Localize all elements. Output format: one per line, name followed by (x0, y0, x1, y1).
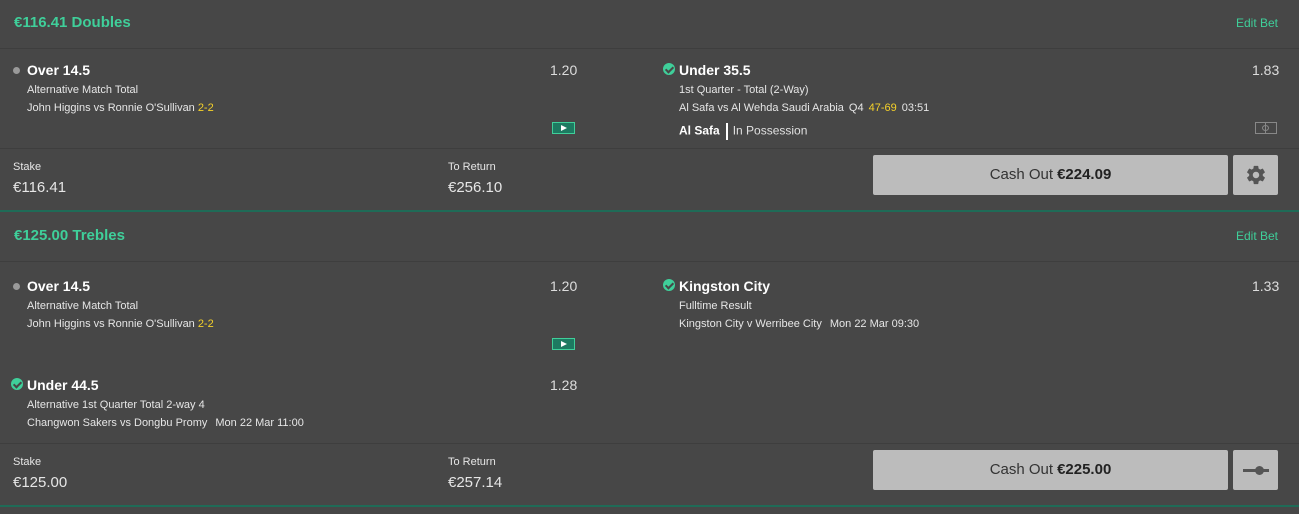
divider (0, 210, 1299, 212)
pending-status-icon (13, 283, 20, 290)
bet-title: €125.00 Trebles (14, 227, 125, 244)
leg-event-name: Al Safa vs Al Wehda Saudi Arabia (679, 102, 844, 114)
stake-amount: €116.41 (13, 179, 67, 196)
cash-out-button[interactable]: Cash Out €224.09 (873, 155, 1228, 195)
leg-time: Mon 22 Mar 09:30 (829, 318, 920, 330)
to-return-amount: €257.14 (448, 474, 503, 491)
cash-out-amount: €224.09 (1057, 166, 1112, 183)
gear-icon (1247, 165, 1265, 185)
leg-market: 1st Quarter - Total (2-Way) (679, 84, 809, 96)
leg-selection: Under 35.5 (679, 62, 751, 78)
check-icon (663, 63, 675, 75)
edit-bet-link[interactable]: Edit Bet (1236, 229, 1278, 243)
live-stream-icon[interactable] (552, 122, 575, 134)
pitch-icon[interactable] (1255, 122, 1277, 134)
leg-selection: Over 14.5 (27, 62, 91, 78)
leg-event: John Higgins vs Ronnie O'Sullivan 2-2 (27, 102, 214, 114)
bet-header: €116.41 Doubles Edit Bet (0, 0, 1299, 49)
leg-event: Kingston City v Werribee City Mon 22 Mar … (679, 318, 919, 330)
cashout-slider-icon (1243, 466, 1269, 475)
leg-event-name: John Higgins vs Ronnie O'Sullivan (27, 318, 195, 330)
leg-odds: 1.28 (550, 377, 578, 393)
leg-event: John Higgins vs Ronnie O'Sullivan 2-2 (27, 318, 214, 330)
leg-odds: 1.83 (1252, 62, 1280, 78)
leg-event-name: Kingston City v Werribee City (679, 318, 822, 330)
stake-label: Stake (13, 161, 42, 173)
to-return-label: To Return (448, 456, 496, 468)
possession-bar (725, 123, 728, 140)
leg-market: Fulltime Result (679, 300, 752, 312)
leg-selection: Kingston City (679, 278, 770, 294)
to-return-label: To Return (448, 161, 496, 173)
bet-card-doubles: €116.41 Doubles Edit Bet Over 14.5 Alter… (0, 0, 1299, 210)
leg-market: Alternative 1st Quarter Total 2-way 4 (27, 399, 205, 411)
leg-period: Q4 (848, 102, 864, 114)
leg-score: 2-2 (197, 318, 214, 330)
bet-footer: Stake €125.00 To Return €257.14 Cash Out… (0, 443, 1299, 506)
cash-out-label: Cash Out (989, 461, 1054, 478)
live-stream-icon[interactable] (552, 338, 575, 350)
stake-amount: €125.00 (13, 474, 68, 491)
leg-selection: Over 14.5 (27, 278, 91, 294)
edit-bet-link[interactable]: Edit Bet (1236, 16, 1278, 30)
cash-out-label: Cash Out (989, 166, 1054, 183)
leg-score: 2-2 (197, 102, 214, 114)
partial-cash-out-button[interactable] (1233, 450, 1278, 490)
stake-label: Stake (13, 456, 42, 468)
leg-market: Alternative Match Total (27, 300, 139, 312)
bet-title: €116.41 Doubles (14, 14, 131, 31)
cash-out-amount: €225.00 (1057, 461, 1112, 478)
leg-selection: Under 44.5 (27, 377, 99, 393)
leg-odds: 1.20 (550, 62, 578, 78)
leg-event: Changwon Sakers vs Dongbu Promy Mon 22 Ma… (27, 417, 304, 429)
check-icon (11, 378, 23, 390)
cash-out-settings-button[interactable] (1233, 155, 1278, 195)
bet-card-trebles: €125.00 Trebles Edit Bet Over 14.5 Alter… (0, 213, 1299, 505)
possession-text: In Possession (732, 123, 808, 138)
divider (0, 505, 1299, 507)
check-icon (663, 279, 675, 291)
leg-odds: 1.20 (550, 278, 578, 294)
cash-out-button[interactable]: Cash Out €225.00 (873, 450, 1228, 490)
leg-time: Mon 22 Mar 11:00 (215, 417, 304, 429)
leg-score: 47-69 (868, 102, 897, 114)
leg-market: Alternative Match Total (27, 84, 139, 96)
bet-header: €125.00 Trebles Edit Bet (0, 213, 1299, 262)
bet-footer: Stake €116.41 To Return €256.10 Cash Out… (0, 148, 1299, 211)
leg-clock: 03:51 (901, 102, 930, 114)
leg-odds: 1.33 (1252, 278, 1280, 294)
possession-team: Al Safa (679, 123, 720, 138)
leg-event: Al Safa vs Al Wehda Saudi Arabia Q4 47-69 0… (679, 102, 929, 114)
possession-indicator: Al Safa In Possession (679, 123, 807, 140)
pending-status-icon (13, 67, 20, 74)
leg-event-name: John Higgins vs Ronnie O'Sullivan (27, 102, 195, 114)
leg-event-name: Changwon Sakers vs Dongbu Promy (27, 417, 208, 429)
to-return-amount: €256.10 (448, 179, 503, 196)
